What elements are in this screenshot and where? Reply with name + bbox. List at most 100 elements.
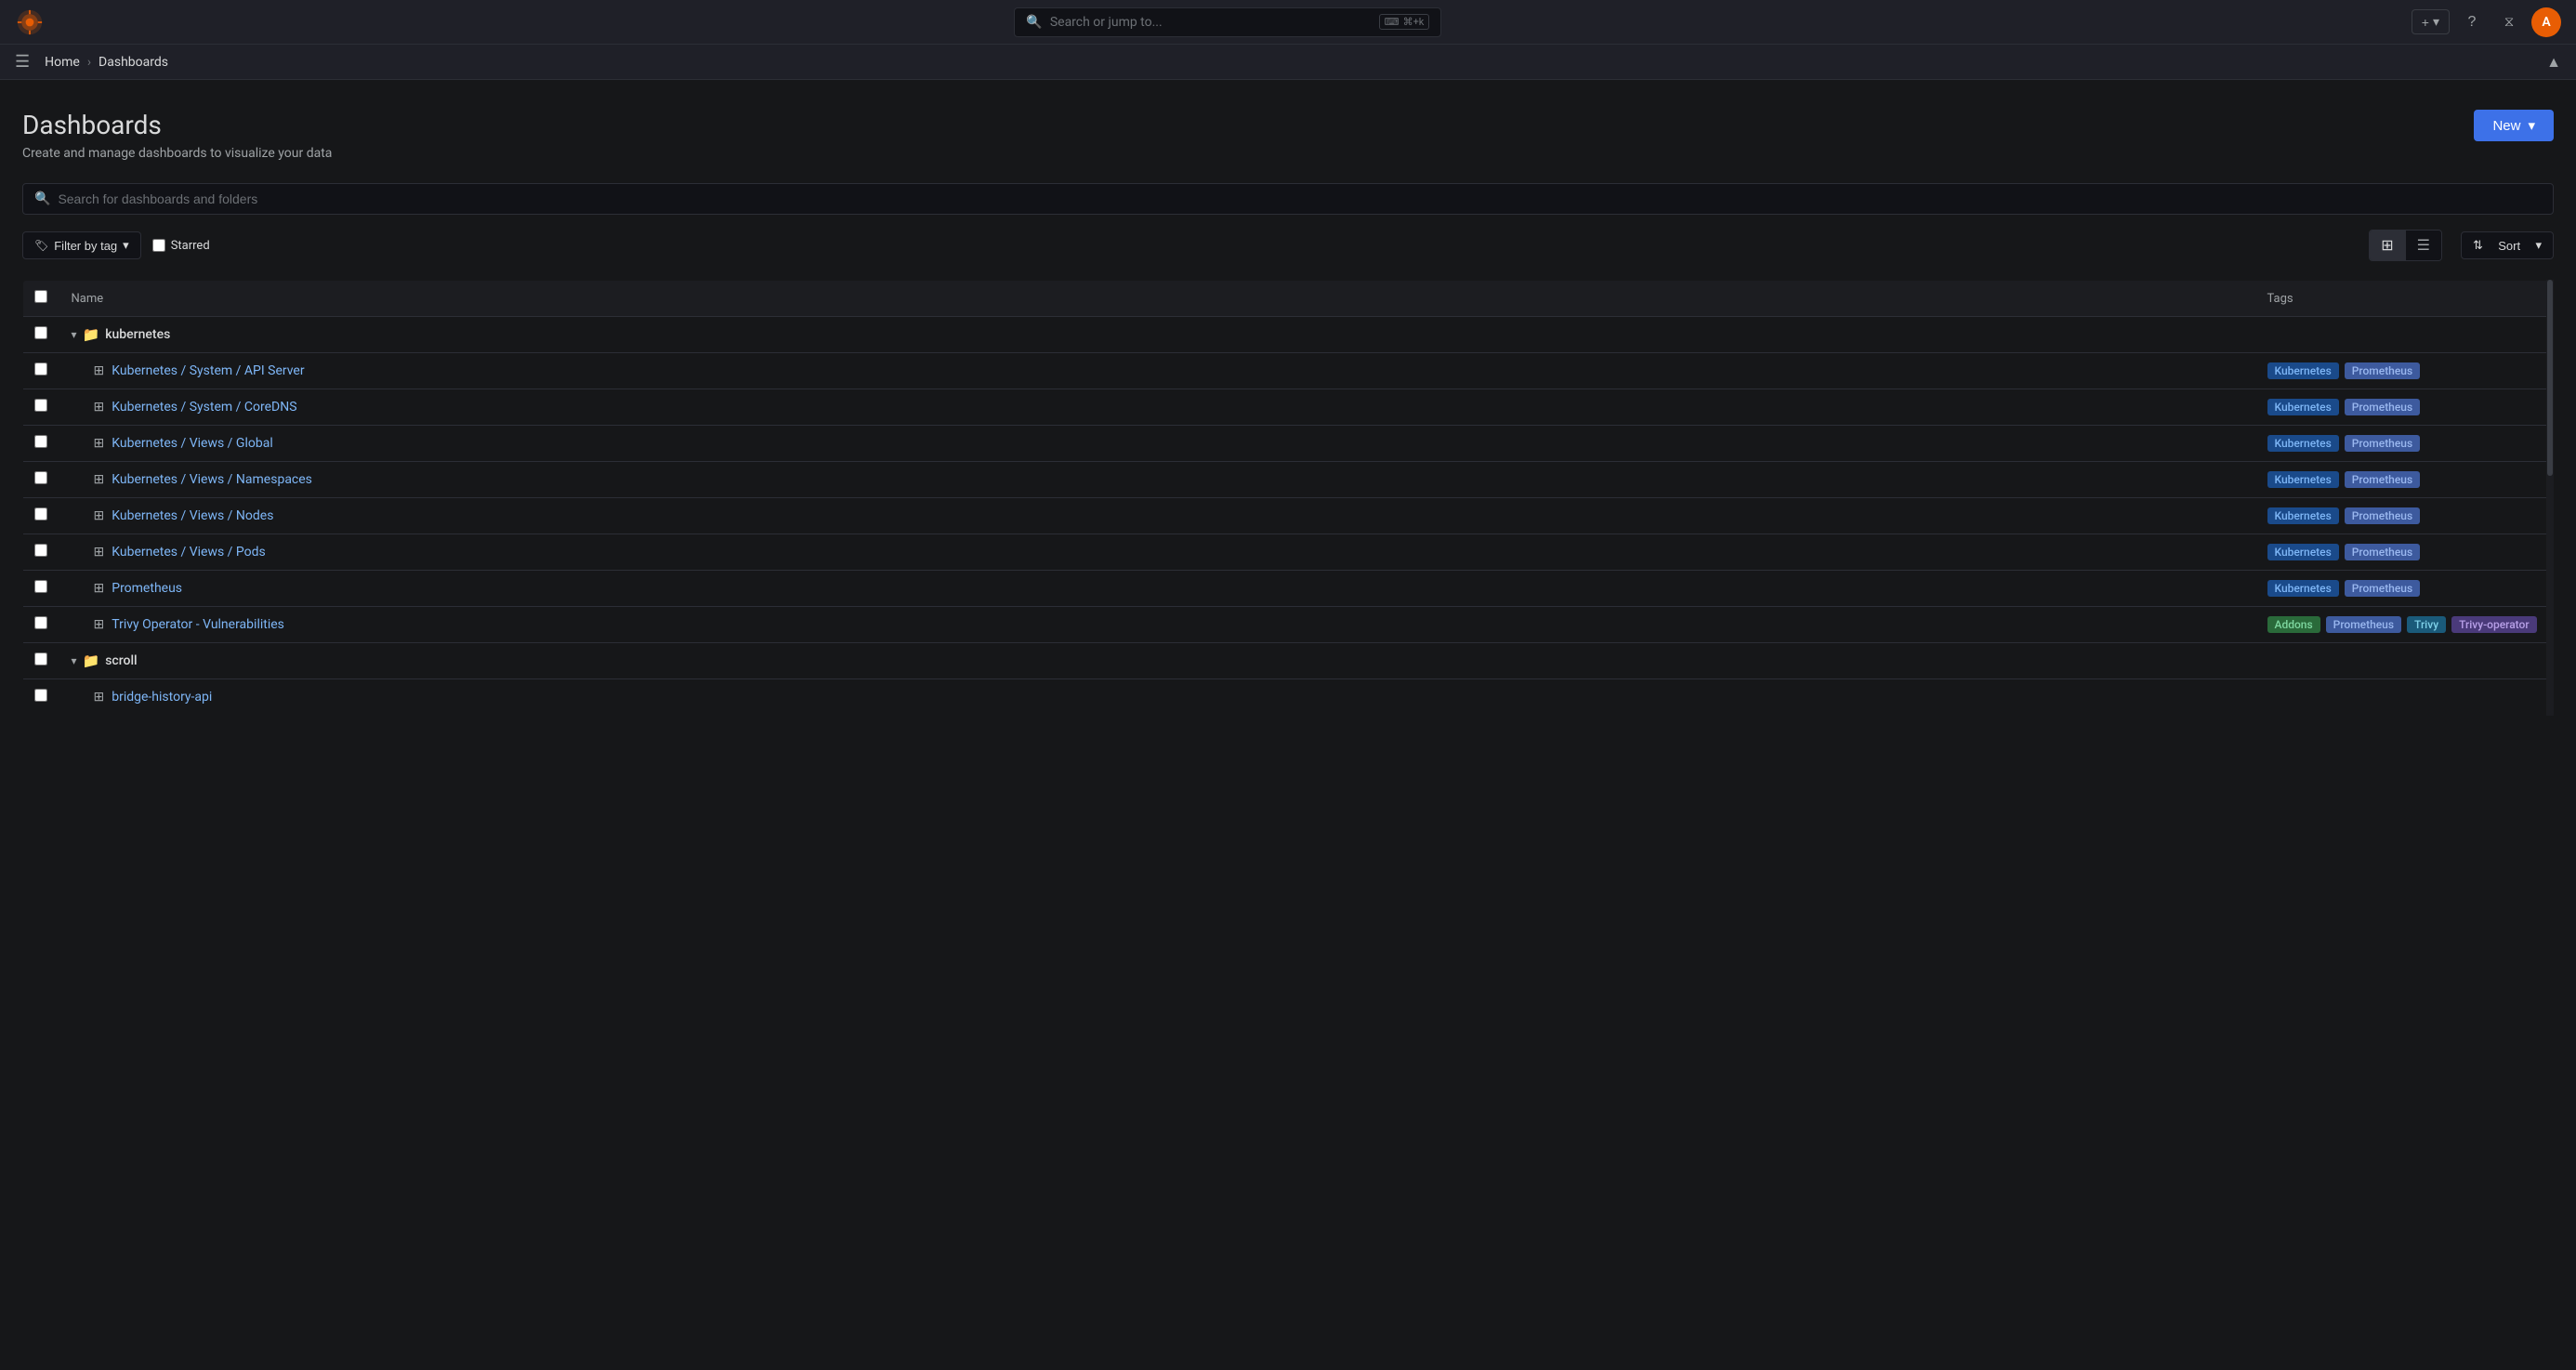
dashboard-item-name[interactable]: Kubernetes / System / API Server: [112, 363, 304, 378]
folder-checkbox[interactable]: [34, 652, 47, 665]
dashboard-item-name[interactable]: Trivy Operator - Vulnerabilities: [112, 617, 284, 632]
item-checkbox[interactable]: [34, 580, 47, 593]
filters-row: 🏷 Filter by tag ▾ Starred ⊞ ☰ ⇅ Sort ▾: [22, 230, 2554, 261]
table-row: ⊞ Kubernetes / Views / Global Kubernetes…: [23, 426, 2554, 462]
item-checkbox[interactable]: [34, 507, 47, 520]
dashboard-item-name[interactable]: Kubernetes / Views / Pods: [112, 545, 266, 560]
dashboard-item-name[interactable]: Kubernetes / Views / Nodes: [112, 508, 273, 523]
item-checkbox[interactable]: [34, 362, 47, 375]
folder-row: ▾ 📁 kubernetes: [23, 317, 2554, 353]
tag-prometheus[interactable]: Prometheus: [2345, 362, 2420, 379]
filter-by-tag-button[interactable]: 🏷 Filter by tag ▾: [22, 231, 141, 259]
item-tags-cell: Kubernetes Prometheus: [2256, 462, 2554, 498]
item-checkbox[interactable]: [34, 616, 47, 629]
sort-icon: ⇅: [2473, 238, 2483, 253]
grid-view-button[interactable]: ⊞: [2370, 231, 2405, 260]
notifications-button[interactable]: ⧖: [2494, 7, 2524, 37]
item-checkbox[interactable]: [34, 399, 47, 412]
tag-prometheus[interactable]: Prometheus: [2345, 580, 2420, 597]
folder-checkbox[interactable]: [34, 326, 47, 339]
tag-trivy[interactable]: Trivy: [2407, 616, 2446, 633]
dashboard-grid-icon: ⊞: [94, 400, 105, 415]
tag-prometheus[interactable]: Prometheus: [2345, 435, 2420, 452]
tag-trivy-operator[interactable]: Trivy-operator: [2451, 616, 2537, 633]
shortcut-keys: ⌘+k: [1403, 16, 1425, 28]
tag-prometheus[interactable]: Prometheus: [2345, 507, 2420, 524]
breadcrumb-home[interactable]: Home: [45, 55, 80, 70]
select-all-checkbox[interactable]: [34, 290, 47, 303]
starred-filter[interactable]: Starred: [152, 239, 210, 253]
table-row: ⊞ Kubernetes / Views / Nodes KubernetesP…: [23, 498, 2554, 534]
tag-prometheus[interactable]: Prometheus: [2345, 544, 2420, 560]
new-chevron-icon: ▾: [2433, 14, 2439, 30]
page-title-section: Dashboards Create and manage dashboards …: [22, 110, 332, 161]
tags-container: Kubernetes Prometheus: [2267, 399, 2543, 415]
help-button[interactable]: ?: [2457, 7, 2487, 37]
dashboard-item-name[interactable]: Kubernetes / System / CoreDNS: [112, 400, 296, 415]
dashboard-search-container[interactable]: 🔍: [22, 183, 2554, 215]
help-icon: ?: [2468, 14, 2477, 31]
tags-container: Kubernetes Prometheus: [2267, 435, 2543, 452]
folder-name: scroll: [105, 653, 137, 668]
topnav-new-button[interactable]: + ▾: [2412, 9, 2450, 34]
dashboard-grid-icon: ⊞: [94, 545, 105, 560]
dashboard-grid-icon: ⊞: [94, 581, 105, 596]
new-dashboard-button[interactable]: New ▾: [2474, 110, 2554, 141]
item-checkbox[interactable]: [34, 689, 47, 702]
dashboard-item-name[interactable]: Kubernetes / Views / Namespaces: [112, 472, 312, 487]
sort-button[interactable]: ⇅ Sort ▾: [2461, 231, 2554, 259]
tags-container: Addons Prometheus Trivy Trivy-operator: [2267, 616, 2543, 633]
tag-kubernetes[interactable]: Kubernetes: [2267, 580, 2339, 597]
item-checkbox-cell: [23, 426, 60, 462]
table-row: ⊞ bridge-history-api: [23, 679, 2554, 716]
folder-name-cell: ▾ 📁 scroll: [60, 643, 2554, 679]
item-checkbox-cell: [23, 462, 60, 498]
app-logo[interactable]: [15, 7, 45, 37]
tag-kubernetes[interactable]: Kubernetes: [2267, 507, 2339, 524]
tags-container: Kubernetes Prometheus: [2267, 507, 2543, 524]
starred-label: Starred: [171, 239, 210, 253]
dashboard-item-name[interactable]: bridge-history-api: [112, 690, 212, 705]
dashboard-search-input[interactable]: [58, 191, 2542, 206]
tag-kubernetes[interactable]: Kubernetes: [2267, 435, 2339, 452]
tag-prometheus[interactable]: Prometheus: [2326, 616, 2401, 633]
item-tags-cell: Kubernetes Prometheus: [2256, 389, 2554, 426]
item-tags-cell: Kubernetes Prometheus: [2256, 534, 2554, 571]
menu-icon[interactable]: ☰: [15, 52, 30, 72]
dashboard-item-name[interactable]: Prometheus: [112, 581, 182, 596]
sort-label: Sort: [2498, 239, 2520, 253]
scrollbar-thumb[interactable]: [2547, 280, 2553, 476]
item-tags-cell: Kubernetes Prometheus: [2256, 498, 2554, 534]
folder-collapse-chevron[interactable]: ▾: [72, 654, 77, 667]
collapse-icon[interactable]: ▲: [2546, 53, 2561, 72]
item-checkbox[interactable]: [34, 435, 47, 448]
folder-collapse-chevron[interactable]: ▾: [72, 328, 77, 341]
item-checkbox[interactable]: [34, 544, 47, 557]
tag-prometheus[interactable]: Prometheus: [2345, 471, 2420, 488]
item-checkbox[interactable]: [34, 471, 47, 484]
user-avatar[interactable]: A: [2531, 7, 2561, 37]
page-content: Dashboards Create and manage dashboards …: [0, 80, 2576, 738]
new-button-chevron-icon: ▾: [2528, 117, 2535, 134]
list-view-button[interactable]: ☰: [2406, 231, 2441, 260]
tag-prometheus[interactable]: Prometheus: [2345, 399, 2420, 415]
item-checkbox-cell: [23, 607, 60, 643]
folder-icon: 📁: [83, 652, 100, 669]
tags-container: Kubernetes Prometheus: [2267, 544, 2543, 560]
page-subtitle: Create and manage dashboards to visualiz…: [22, 146, 332, 161]
item-name-cell: ⊞ Kubernetes / Views / Namespaces: [60, 462, 2256, 498]
folder-row: ▾ 📁 scroll: [23, 643, 2554, 679]
scrollbar-track[interactable]: [2546, 280, 2554, 716]
tag-kubernetes[interactable]: Kubernetes: [2267, 544, 2339, 560]
tags-container: Kubernetes Prometheus: [2267, 362, 2543, 379]
tag-addons[interactable]: Addons: [2267, 616, 2320, 633]
dashboard-item-name[interactable]: Kubernetes / Views / Global: [112, 436, 273, 451]
starred-checkbox-input[interactable]: [152, 239, 165, 252]
item-tags-cell: Kubernetes Prometheus: [2256, 426, 2554, 462]
tag-kubernetes[interactable]: Kubernetes: [2267, 362, 2339, 379]
page-title: Dashboards: [22, 110, 332, 140]
global-search-bar[interactable]: 🔍 Search or jump to... ⌨ ⌘+k: [1014, 7, 1441, 37]
tag-kubernetes[interactable]: Kubernetes: [2267, 399, 2339, 415]
tag-kubernetes[interactable]: Kubernetes: [2267, 471, 2339, 488]
breadcrumb-separator: ›: [87, 55, 91, 70]
